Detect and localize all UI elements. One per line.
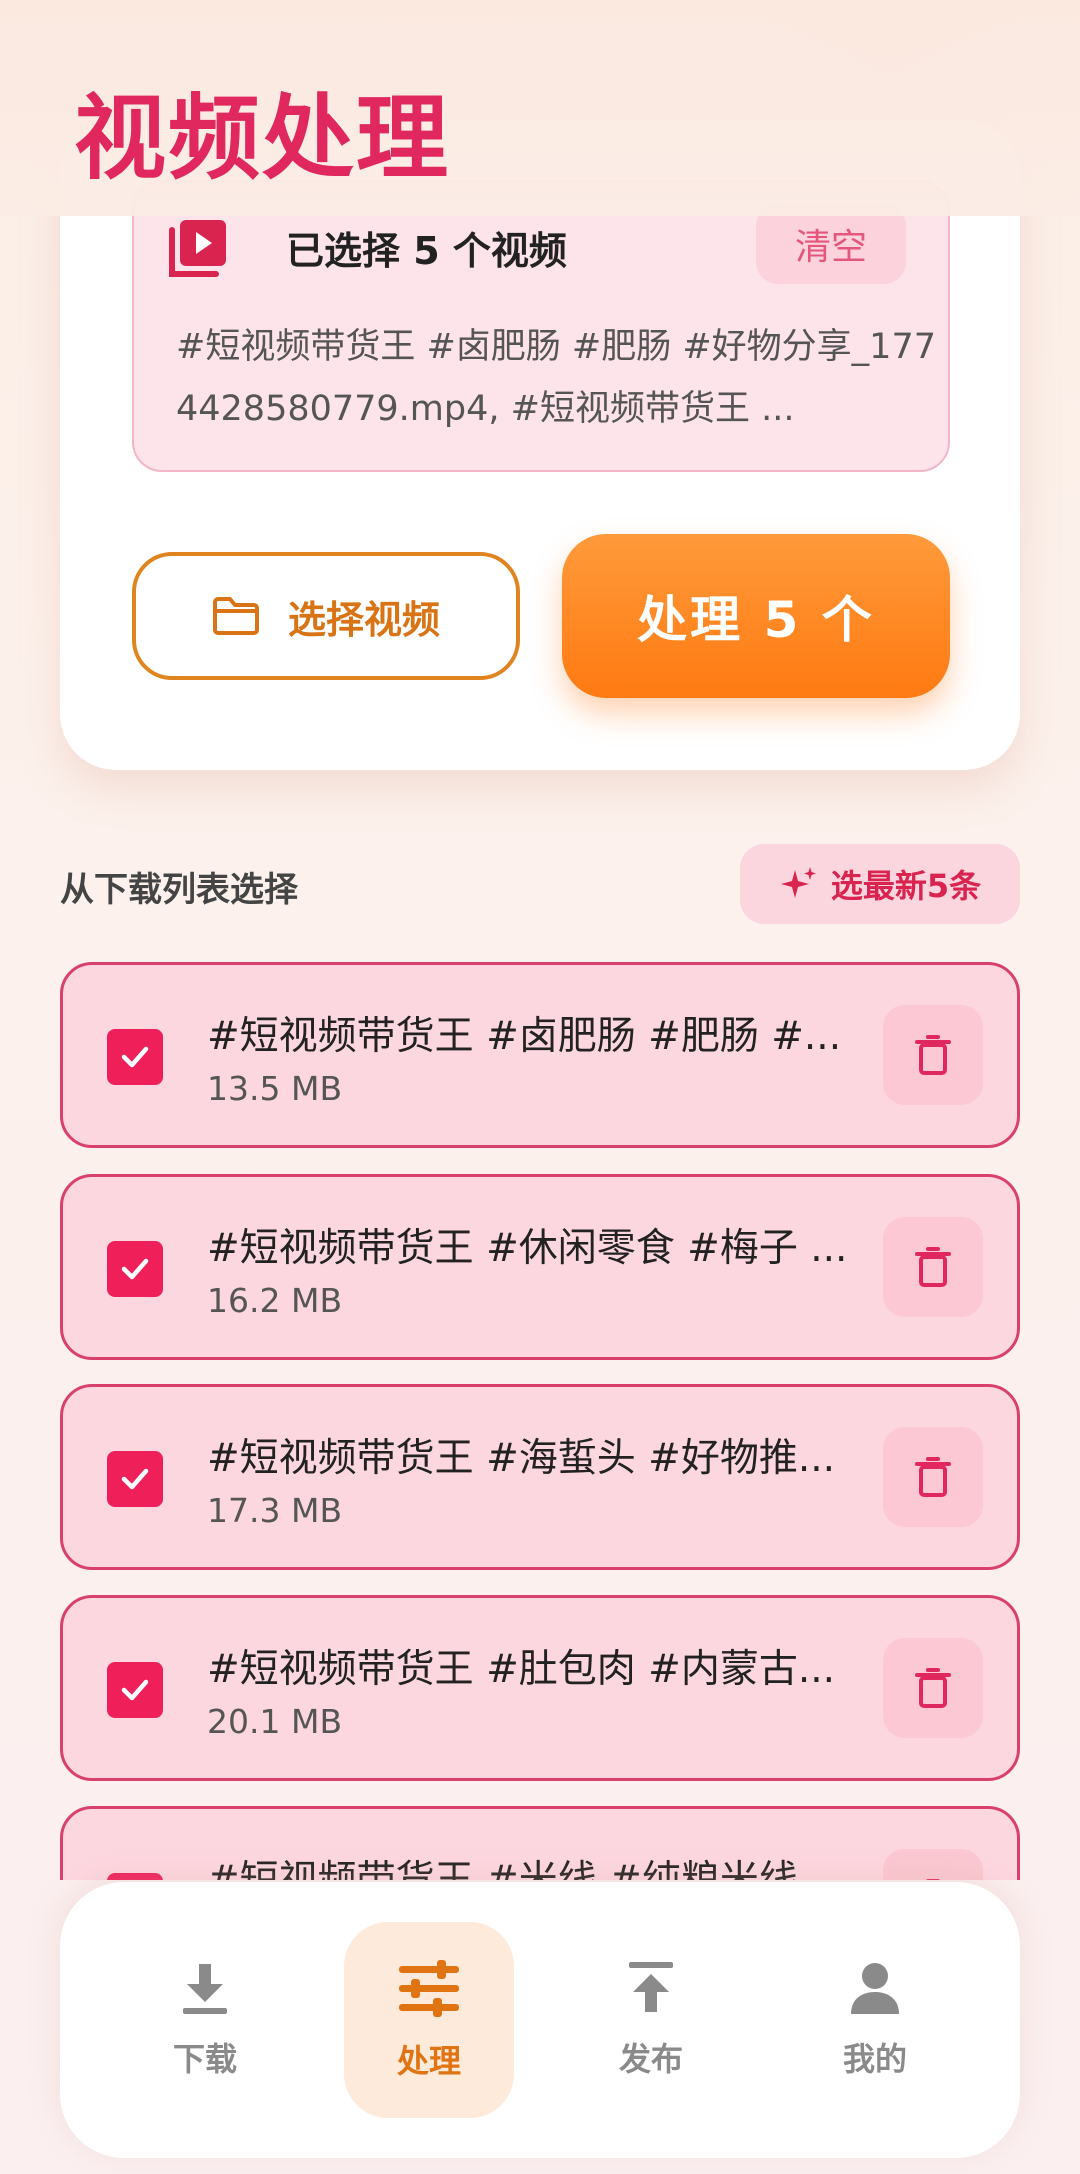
download-list[interactable]: 已选择 5 个视频 清空 #短视频带货王 #卤肥肠 #肥肠 #好物分享_1774… <box>0 0 1080 1880</box>
nav-label: 发布 <box>618 2040 683 2078</box>
item-title: #短视频带货王 #休闲零食 #梅子 ... <box>207 1226 847 1271</box>
download-icon <box>183 1964 227 2014</box>
clear-button[interactable]: 清空 <box>756 204 906 284</box>
trash-icon <box>915 1035 951 1075</box>
trash-icon <box>915 1457 951 1497</box>
item-title: #短视频带货王 #海蜇头 #好物推... <box>207 1436 836 1481</box>
upload-icon <box>629 1962 673 2012</box>
delete-button[interactable] <box>883 1217 983 1317</box>
list-item[interactable]: #短视频带货王 #肚包肉 #内蒙古... 20.1 MB <box>60 1595 1020 1781</box>
trash-icon <box>915 1247 951 1287</box>
item-checkbox[interactable] <box>107 1662 163 1718</box>
nav-item-download[interactable]: 下载 <box>120 1922 290 2118</box>
trash-icon <box>926 1879 940 1880</box>
nav-item-process[interactable]: 处理 <box>344 1922 514 2118</box>
list-item[interactable]: #短视频带货王 #海蜇头 #好物推... 17.3 MB <box>60 1384 1020 1570</box>
check-icon <box>121 1258 149 1280</box>
item-size: 13.5 MB <box>207 1069 343 1108</box>
delete-button[interactable] <box>883 1849 983 1880</box>
selected-count-title: 已选择 5 个视频 <box>286 229 567 273</box>
check-icon <box>121 1468 149 1490</box>
item-checkbox[interactable] <box>107 1241 163 1297</box>
select-latest-button[interactable]: 选最新5条 <box>740 844 1020 924</box>
list-item[interactable]: #短视频带货王 #米线 #纯粮米线 <box>60 1806 1020 1880</box>
item-size: 17.3 MB <box>207 1491 343 1530</box>
page-title: 视频处理 <box>74 84 451 192</box>
list-item[interactable]: #短视频带货王 #卤肥肠 #肥肠 #... 13.5 MB <box>60 962 1020 1148</box>
delete-button[interactable] <box>883 1638 983 1738</box>
person-icon <box>851 1963 899 2014</box>
delete-button[interactable] <box>883 1005 983 1105</box>
video-library-icon <box>169 220 226 277</box>
nav-item-publish[interactable]: 发布 <box>566 1922 736 2118</box>
nav-item-profile[interactable]: 我的 <box>790 1922 960 2118</box>
nav-label: 我的 <box>842 2040 907 2078</box>
process-button[interactable]: 处理 5 个 <box>562 534 950 698</box>
selection-card: 已选择 5 个视频 清空 #短视频带货王 #卤肥肠 #肥肠 #好物分享_1774… <box>60 120 1020 770</box>
delete-button[interactable] <box>883 1427 983 1527</box>
app-header: 视频处理 <box>0 0 1080 216</box>
check-icon <box>121 1046 149 1068</box>
bottom-nav: 下载 处理 发布 我的 <box>60 1882 1020 2158</box>
select-latest-label: 选最新5条 <box>830 867 982 905</box>
item-size: 16.2 MB <box>207 1281 343 1320</box>
section-title: 从下载列表选择 <box>60 870 298 910</box>
item-checkbox[interactable] <box>107 1029 163 1085</box>
nav-label: 下载 <box>172 2040 237 2078</box>
list-item[interactable]: #短视频带货王 #休闲零食 #梅子 ... 16.2 MB <box>60 1174 1020 1360</box>
choose-video-button[interactable]: 选择视频 <box>132 552 520 680</box>
sliders-icon <box>399 1960 459 2017</box>
item-title: #短视频带货王 #卤肥肠 #肥肠 #... <box>207 1014 842 1059</box>
nav-label: 处理 <box>396 2042 461 2080</box>
sparkle-icon <box>780 867 816 898</box>
item-title: #短视频带货王 #米线 #纯粮米线 <box>207 1849 847 1880</box>
folder-icon <box>212 597 259 635</box>
item-checkbox[interactable] <box>107 1451 163 1507</box>
item-size: 20.1 MB <box>207 1702 343 1741</box>
trash-icon <box>915 1668 951 1708</box>
check-icon <box>121 1679 149 1701</box>
item-title: #短视频带货王 #肚包肉 #内蒙古... <box>207 1647 836 1692</box>
selected-files-preview: #短视频带货王 #卤肥肠 #肥肠 #好物分享_1774428580779.mp4… <box>176 327 936 429</box>
choose-video-label: 选择视频 <box>287 597 440 642</box>
item-checkbox[interactable] <box>107 1873 163 1880</box>
